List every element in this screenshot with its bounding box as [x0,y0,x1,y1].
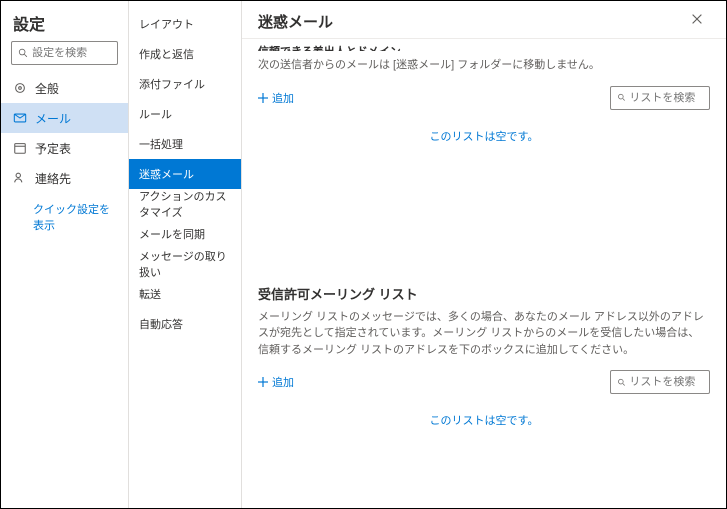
nav-general[interactable]: 全般 [1,73,128,103]
nav-label: メール [35,110,71,127]
subnav-sync[interactable]: メールを同期 [129,219,241,249]
subnav-attachments[interactable]: 添付ファイル [129,69,241,99]
safe-senders-empty: このリストは空です。 [258,128,710,144]
nav-label: 予定表 [35,140,71,157]
close-icon [690,12,704,26]
nav-label: 連絡先 [35,170,71,187]
settings-sidebar: 設定 全般 メール 予定表 連絡先 クイック設定を表示 [1,1,129,508]
subnav-customize-actions[interactable]: アクションのカスタマイズ [129,189,241,219]
nav-label: 全般 [35,80,59,97]
subnav: レイアウト 作成と返信 添付ファイル ルール 一括処理 迷惑メール アクションの… [129,1,242,508]
safe-mailing-heading: 受信許可メーリング リスト [258,284,710,303]
subnav-sweep[interactable]: 一括処理 [129,129,241,159]
people-icon [13,171,27,185]
safe-senders-add-button[interactable]: 追加 [258,90,294,106]
safe-mailing-empty: このリストは空です。 [258,412,710,428]
safe-mailing-desc: メーリング リストのメッセージでは、多くの場合、あなたのメール アドレス以外のア… [258,309,710,359]
settings-search[interactable] [11,41,118,65]
plus-icon [258,377,268,387]
gear-icon [13,81,27,95]
quick-settings-link[interactable]: クイック設定を表示 [1,193,128,233]
nav-calendar[interactable]: 予定表 [1,133,128,163]
safe-senders-heading: 信頼できる差出人とドメイン [258,43,710,51]
safe-senders-desc: 次の送信者からのメールは [迷惑メール] フォルダーに移動しません。 [258,57,710,74]
settings-search-input[interactable] [32,47,111,59]
subnav-autoresponder[interactable]: 自動応答 [129,309,241,339]
subnav-rules[interactable]: ルール [129,99,241,129]
search-icon [617,92,626,103]
content-pane: 迷惑メール 信頼できる差出人とドメイン 次の送信者からのメールは [迷惑メール]… [242,1,726,508]
subnav-junk[interactable]: 迷惑メール [129,159,241,189]
safe-mailing-add-button[interactable]: 追加 [258,374,294,390]
safe-mailing-search-input[interactable] [629,376,703,388]
safe-senders-search-input[interactable] [629,92,703,104]
nav-people[interactable]: 連絡先 [1,163,128,193]
search-icon [617,377,626,388]
subnav-message-handling[interactable]: メッセージの取り扱い [129,249,241,279]
subnav-layout[interactable]: レイアウト [129,9,241,39]
settings-title: 設定 [1,1,128,41]
nav-mail[interactable]: メール [1,103,128,133]
subnav-forwarding[interactable]: 転送 [129,279,241,309]
search-icon [18,47,28,59]
plus-icon [258,93,268,103]
safe-senders-search[interactable] [610,86,710,110]
safe-mailing-search[interactable] [610,370,710,394]
close-button[interactable] [690,12,710,32]
calendar-icon [13,141,27,155]
pane-title: 迷惑メール [258,11,333,32]
mail-icon [13,111,27,125]
subnav-compose[interactable]: 作成と返信 [129,39,241,69]
